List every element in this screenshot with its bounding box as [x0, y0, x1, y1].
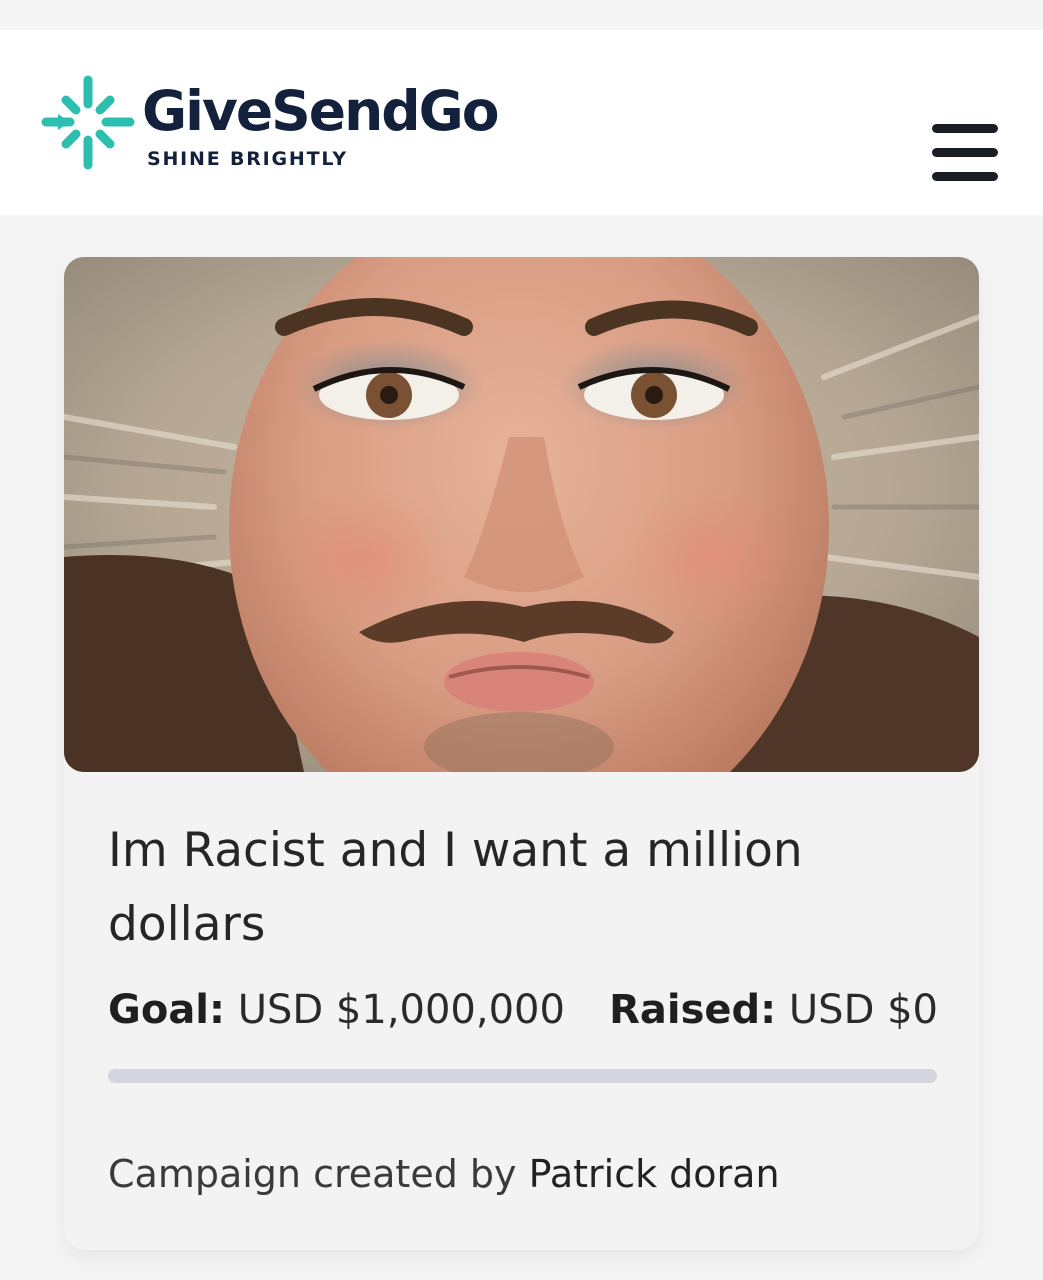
- campaign-creator: Campaign created by Patrick doran: [108, 1152, 780, 1196]
- menu-bar-bottom: [932, 172, 998, 181]
- menu-bar-middle: [932, 148, 998, 157]
- site-header: GiveSendGo SHINE BRIGHTLY: [0, 30, 1043, 215]
- goal-value: USD $1,000,000: [237, 987, 565, 1033]
- logo-sunburst-icon: [41, 75, 135, 170]
- raised-stat: Raised: USD $0: [609, 987, 938, 1033]
- campaign-card: Im Racist and I want a million dollars G…: [64, 257, 979, 1250]
- status-strip: [0, 0, 1043, 30]
- brand-logo[interactable]: GiveSendGo SHINE BRIGHTLY: [40, 72, 520, 172]
- goal-stat: Goal: USD $1,000,000: [108, 987, 565, 1033]
- campaign-title: Im Racist and I want a million dollars: [108, 823, 803, 952]
- brand-name: GiveSendGo: [142, 79, 500, 143]
- raised-label: Raised:: [609, 987, 777, 1033]
- campaign-photo: [64, 257, 979, 772]
- funding-stats: Goal: USD $1,000,000 Raised: USD $0: [108, 987, 938, 1047]
- funding-progress-bar: [108, 1069, 937, 1083]
- raised-value: USD $0: [788, 987, 938, 1033]
- menu-bar-top: [932, 124, 998, 133]
- goal-label: Goal:: [108, 987, 226, 1033]
- creator-name-link[interactable]: Patrick doran: [529, 1152, 780, 1196]
- brand-tagline: SHINE BRIGHTLY: [147, 148, 348, 170]
- campaign-cover-image[interactable]: [64, 257, 979, 772]
- hamburger-menu-icon[interactable]: [926, 118, 1002, 188]
- creator-prefix: Campaign created by: [108, 1152, 517, 1196]
